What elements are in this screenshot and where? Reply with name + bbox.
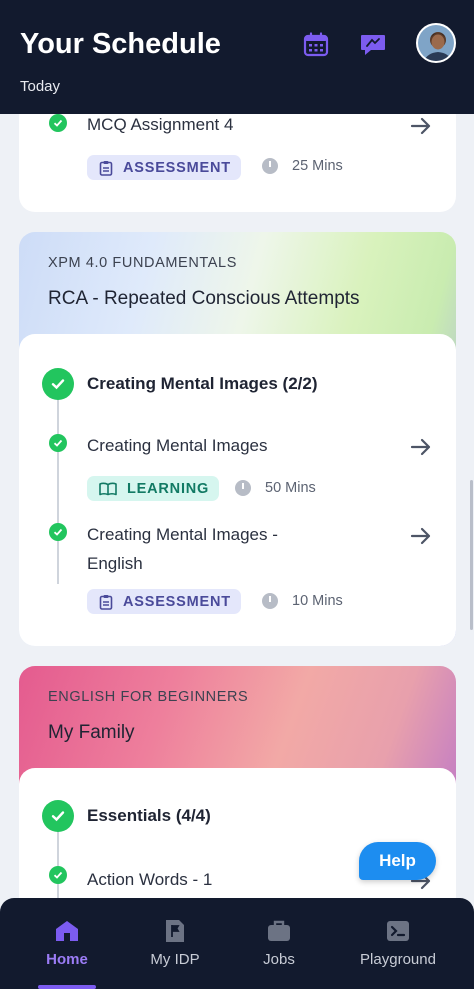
- type-badge-label: ASSESSMENT: [123, 159, 231, 176]
- duration: 10 Mins: [262, 593, 343, 609]
- clipboard-icon: [99, 160, 113, 176]
- course-kicker: XPM 4.0 FUNDAMENTALS: [48, 255, 237, 271]
- schedule-card-previous: MCQ Assignment 4 ASSESSMENT 25 Mins: [19, 100, 456, 212]
- nav-label: Jobs: [263, 951, 295, 968]
- active-tab-indicator: [38, 985, 96, 989]
- arrow-right-icon[interactable]: [409, 435, 433, 459]
- nav-label: My IDP: [150, 951, 200, 968]
- arrow-right-icon[interactable]: [409, 114, 433, 138]
- activity-title[interactable]: Creating Mental Images - English: [87, 520, 278, 578]
- activity-title-line1: Creating Mental Images -: [87, 525, 278, 544]
- course-content: Creating Mental Images (2/2) Creating Me…: [19, 334, 456, 646]
- group-title[interactable]: Creating Mental Images (2/2): [87, 374, 318, 394]
- nav-label: Home: [46, 951, 88, 968]
- timeline-line: [57, 374, 59, 584]
- activity-title[interactable]: Creating Mental Images: [87, 431, 267, 460]
- type-badge: ASSESSMENT: [87, 155, 241, 180]
- scrollbar[interactable]: [470, 480, 473, 630]
- avatar[interactable]: [416, 23, 456, 63]
- help-button[interactable]: Help: [359, 842, 436, 880]
- schedule-scroll-area[interactable]: MCQ Assignment 4 ASSESSMENT 25 Mins XPM …: [0, 0, 474, 989]
- page-title: Your Schedule: [20, 28, 221, 60]
- type-badge: ASSESSMENT: [87, 589, 241, 614]
- activity-title[interactable]: MCQ Assignment 4: [87, 110, 233, 139]
- nav-item-my-idp[interactable]: My IDP: [144, 898, 206, 989]
- home-icon: [54, 918, 80, 944]
- app-header: Your Schedule Today: [0, 0, 474, 114]
- nav-item-playground[interactable]: Playground: [353, 898, 443, 989]
- activity-title[interactable]: Action Words - 1: [87, 865, 212, 894]
- nav-item-home[interactable]: Home: [38, 898, 96, 989]
- flag-document-icon: [162, 918, 188, 944]
- completed-check-icon: [49, 114, 67, 132]
- course-card-xpm: XPM 4.0 FUNDAMENTALS RCA - Repeated Cons…: [19, 232, 456, 646]
- activity-title-line2: English: [87, 554, 143, 573]
- terminal-icon: [385, 918, 411, 944]
- clipboard-icon: [99, 594, 113, 610]
- nav-item-jobs[interactable]: Jobs: [252, 898, 306, 989]
- type-badge-label: ASSESSMENT: [123, 593, 231, 610]
- clock-icon: [262, 158, 278, 174]
- course-card-english: ENGLISH FOR BEGINNERS My Family Essentia…: [19, 666, 456, 926]
- course-name[interactable]: My Family: [48, 722, 135, 744]
- type-badge-label: LEARNING: [127, 480, 210, 497]
- chat-icon[interactable]: [358, 30, 388, 60]
- duration: 50 Mins: [235, 480, 316, 496]
- bottom-nav: Home My IDP Jobs Playground: [0, 898, 474, 989]
- group-complete-check-icon: [42, 800, 74, 832]
- type-badge: LEARNING: [87, 476, 220, 501]
- course-name[interactable]: RCA - Repeated Conscious Attempts: [48, 288, 360, 310]
- completed-check-icon: [49, 866, 67, 884]
- calendar-icon[interactable]: [301, 30, 331, 60]
- duration-label: 50 Mins: [265, 480, 316, 496]
- nav-label: Playground: [360, 951, 436, 968]
- completed-check-icon: [49, 434, 67, 452]
- group-title[interactable]: Essentials (4/4): [87, 806, 211, 826]
- clock-icon: [262, 593, 278, 609]
- completed-check-icon: [49, 523, 67, 541]
- duration-label: 10 Mins: [292, 593, 343, 609]
- briefcase-icon: [266, 918, 292, 944]
- book-icon: [99, 482, 117, 495]
- duration-label: 25 Mins: [292, 158, 343, 174]
- duration: 25 Mins: [262, 158, 343, 174]
- clock-icon: [235, 480, 251, 496]
- group-complete-check-icon: [42, 368, 74, 400]
- date-label: Today: [20, 78, 61, 95]
- arrow-right-icon[interactable]: [409, 524, 433, 548]
- course-kicker: ENGLISH FOR BEGINNERS: [48, 689, 249, 705]
